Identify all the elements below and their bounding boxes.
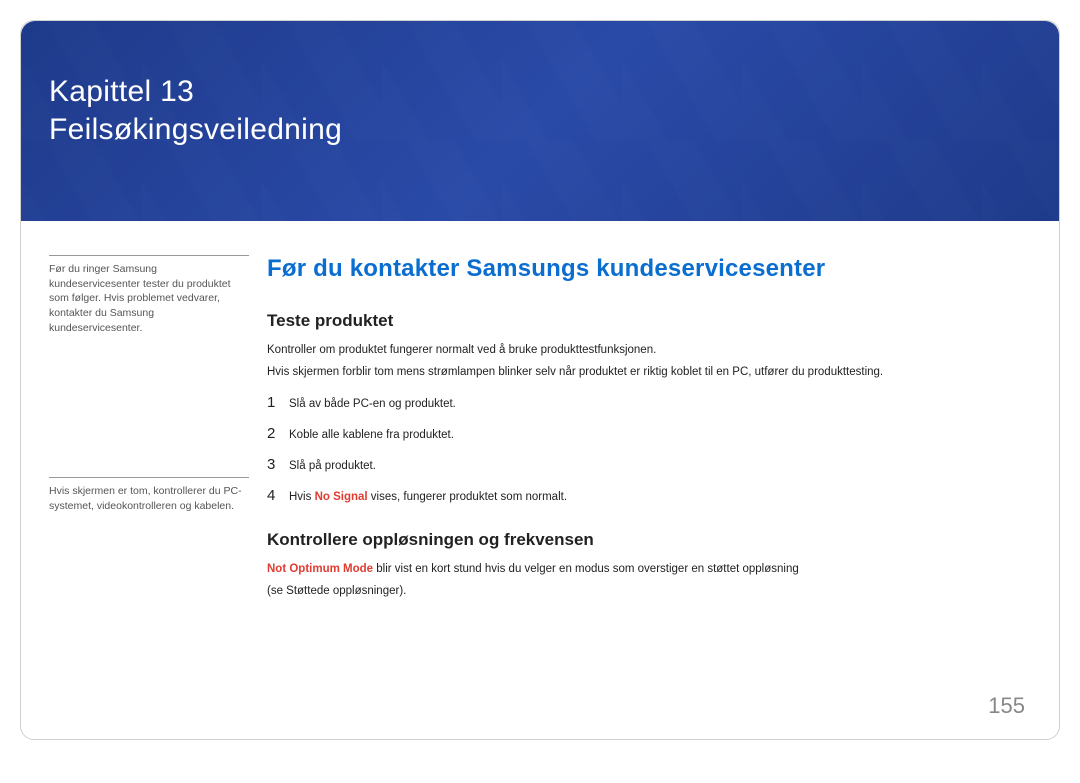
step-number: 2 bbox=[267, 425, 289, 442]
section1-title: Teste produktet bbox=[267, 311, 1031, 331]
step-text: Koble alle kablene fra produktet. bbox=[289, 429, 454, 441]
step4-prefix: Hvis bbox=[289, 491, 315, 503]
step4-highlight: No Signal bbox=[315, 491, 368, 503]
step-list: 1 Slå av både PC-en og produktet. 2 Kobl… bbox=[267, 394, 1031, 504]
step-text: Slå på produktet. bbox=[289, 460, 376, 472]
step-number: 3 bbox=[267, 456, 289, 473]
chapter-title-line: Feilsøkingsveiledning bbox=[49, 111, 1059, 149]
section2-title: Kontrollere oppløsningen og frekvensen bbox=[267, 530, 1031, 550]
chapter-title-block: Kapittel 13 Feilsøkingsveiledning bbox=[21, 21, 1059, 148]
section1-p1: Kontroller om produktet fungerer normalt… bbox=[267, 341, 1031, 359]
content-area: Før du ringer Samsung kundeservicesenter… bbox=[21, 221, 1059, 605]
step-number: 1 bbox=[267, 394, 289, 411]
step-row-2: 2 Koble alle kablene fra produktet. bbox=[267, 425, 1031, 442]
sidebar-note-2: Hvis skjermen er tom, kontrollerer du PC… bbox=[49, 477, 249, 513]
section2-p1-suffix: blir vist en kort stund hvis du velger e… bbox=[373, 563, 799, 575]
section2-p1: Not Optimum Mode blir vist en kort stund… bbox=[267, 560, 1031, 578]
sidebar-notes: Før du ringer Samsung kundeservicesenter… bbox=[49, 255, 249, 605]
main-heading: Før du kontakter Samsungs kundeservicese… bbox=[267, 255, 1031, 283]
section2-highlight: Not Optimum Mode bbox=[267, 563, 373, 575]
section2-p2: (se Støttede oppløsninger). bbox=[267, 582, 1031, 600]
chapter-number-line: Kapittel 13 bbox=[49, 73, 1059, 111]
step-row-3: 3 Slå på produktet. bbox=[267, 456, 1031, 473]
section1-p2: Hvis skjermen forblir tom mens strømlamp… bbox=[267, 363, 1031, 381]
page-number: 155 bbox=[988, 693, 1025, 719]
chapter-header-banner: Kapittel 13 Feilsøkingsveiledning bbox=[21, 21, 1059, 221]
page-container: Kapittel 13 Feilsøkingsveiledning Før du… bbox=[20, 20, 1060, 740]
step-text: Slå av både PC-en og produktet. bbox=[289, 398, 456, 410]
sidebar-note-1: Før du ringer Samsung kundeservicesenter… bbox=[49, 255, 249, 335]
step-row-1: 1 Slå av både PC-en og produktet. bbox=[267, 394, 1031, 411]
step-text: Hvis No Signal vises, fungerer produktet… bbox=[289, 491, 567, 503]
step4-suffix: vises, fungerer produktet som normalt. bbox=[368, 491, 567, 503]
main-column: Før du kontakter Samsungs kundeservicese… bbox=[249, 255, 1031, 605]
step-number: 4 bbox=[267, 487, 289, 504]
step-row-4: 4 Hvis No Signal vises, fungerer produkt… bbox=[267, 487, 1031, 504]
